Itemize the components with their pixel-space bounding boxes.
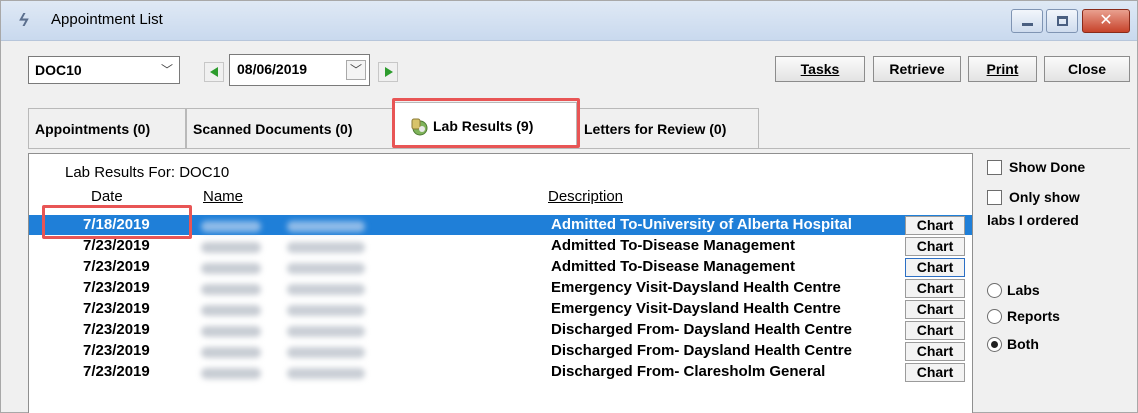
- table-row[interactable]: 7/23/2019 Discharged From- Daysland Heal…: [29, 341, 972, 361]
- print-button[interactable]: Print: [968, 56, 1037, 82]
- table-row[interactable]: 7/23/2019 Emergency Visit-Daysland Healt…: [29, 299, 972, 319]
- row-name-redacted: [201, 240, 371, 254]
- next-date-button[interactable]: [378, 62, 398, 82]
- only-show-label-line2[interactable]: labs I ordered: [987, 212, 1079, 228]
- chart-button[interactable]: Chart: [905, 258, 965, 277]
- radio-both[interactable]: [987, 337, 1002, 352]
- tasks-button[interactable]: Tasks: [775, 56, 865, 82]
- row-date: 7/23/2019: [83, 321, 150, 338]
- chart-button[interactable]: Chart: [905, 321, 965, 340]
- row-name-redacted: [201, 261, 371, 275]
- column-header-description[interactable]: Description: [548, 188, 623, 205]
- title-bar[interactable]: ϟ Appointment List ✕: [1, 1, 1137, 41]
- close-button[interactable]: Close: [1044, 56, 1130, 82]
- table-row[interactable]: 7/23/2019 Admitted To-Disease Management…: [29, 257, 972, 277]
- doctor-select[interactable]: DOC10 ﹀: [28, 56, 180, 84]
- row-name-redacted: [201, 366, 371, 380]
- row-date: 7/23/2019: [83, 258, 150, 275]
- row-date: 7/23/2019: [83, 342, 150, 359]
- window-title: Appointment List: [51, 11, 163, 28]
- show-done-checkbox[interactable]: [987, 160, 1002, 175]
- maximize-button[interactable]: [1046, 9, 1078, 33]
- minimize-button[interactable]: [1011, 9, 1043, 33]
- minimize-icon: [1022, 23, 1033, 26]
- date-picker[interactable]: 08/06/2019 ﹀: [229, 54, 370, 86]
- column-header-date[interactable]: Date: [91, 188, 123, 205]
- tab-scanned-documents[interactable]: Scanned Documents (0): [186, 108, 394, 148]
- row-description: Admitted To-Disease Management: [551, 258, 795, 275]
- radio-labs-label[interactable]: Labs: [1007, 282, 1040, 298]
- chart-button[interactable]: Chart: [905, 363, 965, 382]
- row-name-redacted: [201, 219, 371, 233]
- arrow-right-icon: [385, 67, 393, 77]
- radio-reports[interactable]: [987, 309, 1002, 324]
- row-name-redacted: [201, 324, 371, 338]
- show-done-label[interactable]: Show Done: [1009, 159, 1085, 175]
- radio-reports-label[interactable]: Reports: [1007, 308, 1060, 324]
- app-icon: ϟ: [19, 10, 29, 30]
- chart-button[interactable]: Chart: [905, 216, 965, 235]
- chart-button[interactable]: Chart: [905, 279, 965, 298]
- only-show-label-line1[interactable]: Only show: [1009, 189, 1080, 205]
- row-name-redacted: [201, 303, 371, 317]
- row-name-redacted: [201, 282, 371, 296]
- row-date: 7/23/2019: [83, 300, 150, 317]
- chart-button[interactable]: Chart: [905, 342, 965, 361]
- row-description: Discharged From- Daysland Health Centre: [551, 342, 852, 359]
- arrow-left-icon: [210, 67, 218, 77]
- lab-results-tab-highlight: [392, 98, 580, 148]
- retrieve-button[interactable]: Retrieve: [873, 56, 961, 82]
- radio-both-label[interactable]: Both: [1007, 336, 1039, 352]
- row-date: 7/23/2019: [83, 363, 150, 380]
- row-description: Discharged From- Claresholm General: [551, 363, 826, 380]
- row-description: Emergency Visit-Daysland Health Centre: [551, 279, 841, 296]
- column-header-name[interactable]: Name: [203, 188, 243, 205]
- maximize-icon: [1057, 16, 1068, 26]
- window-close-button[interactable]: ✕: [1082, 9, 1130, 33]
- lab-results-list[interactable]: Lab Results For: DOC10 Date Name Descrip…: [28, 153, 973, 413]
- chart-button[interactable]: Chart: [905, 237, 965, 256]
- only-show-my-labs-checkbox[interactable]: [987, 190, 1002, 205]
- table-row[interactable]: 7/23/2019 Discharged From- Claresholm Ge…: [29, 362, 972, 382]
- tab-appointments[interactable]: Appointments (0): [28, 108, 186, 148]
- doctor-select-value: DOC10: [35, 62, 82, 78]
- chevron-down-icon[interactable]: ﹀: [159, 61, 175, 79]
- chart-button[interactable]: Chart: [905, 300, 965, 319]
- table-row[interactable]: 7/23/2019 Admitted To-Disease Management…: [29, 236, 972, 256]
- tab-letters-for-review[interactable]: Letters for Review (0): [577, 108, 759, 148]
- selected-date-highlight: [42, 205, 192, 239]
- date-dropdown-button[interactable]: ﹀: [346, 60, 366, 80]
- row-description: Admitted To-University of Alberta Hospit…: [551, 216, 852, 233]
- list-caption: Lab Results For: DOC10: [65, 164, 230, 181]
- row-name-redacted: [201, 345, 371, 359]
- radio-labs[interactable]: [987, 283, 1002, 298]
- date-picker-value[interactable]: 08/06/2019: [237, 61, 307, 77]
- previous-date-button[interactable]: [204, 62, 224, 82]
- row-date: 7/23/2019: [83, 237, 150, 254]
- appointment-list-window: ϟ Appointment List ✕ DOC10 ﹀ 08/06/2019 …: [0, 0, 1138, 413]
- row-description: Admitted To-Disease Management: [551, 237, 795, 254]
- row-date: 7/23/2019: [83, 279, 150, 296]
- table-row[interactable]: 7/23/2019 Discharged From- Daysland Heal…: [29, 320, 972, 340]
- row-description: Discharged From- Daysland Health Centre: [551, 321, 852, 338]
- close-icon: ✕: [1099, 12, 1113, 29]
- row-description: Emergency Visit-Daysland Health Centre: [551, 300, 841, 317]
- table-row[interactable]: 7/23/2019 Emergency Visit-Daysland Healt…: [29, 278, 972, 298]
